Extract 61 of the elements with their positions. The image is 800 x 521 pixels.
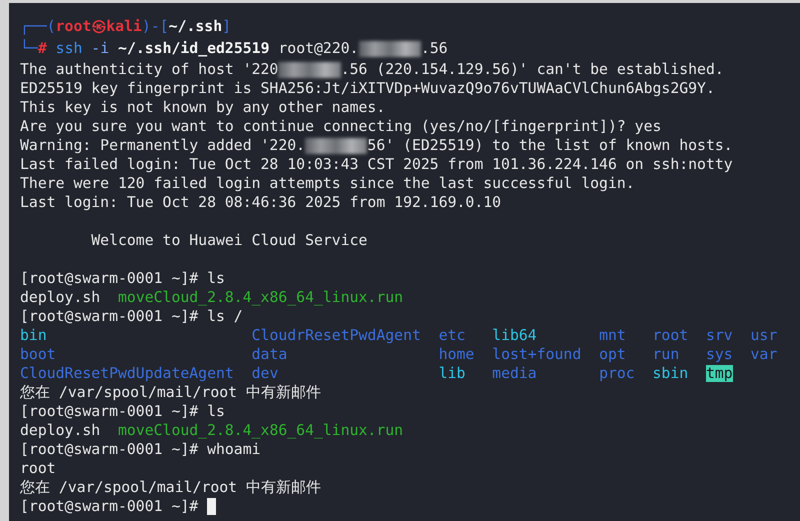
terminal-text: .56: [420, 39, 448, 59]
executable-name: moveCloud_2.8.4_x86_64_linux.run: [118, 288, 404, 307]
terminal-text: .56 (220.154.129.56)' can't be established.: [340, 60, 724, 79]
directory-name: CloudResetPwdUpdateAgent: [20, 364, 234, 383]
terminal-text: Are you sure you want to continue connecting (yes/no/[fingerprint])? yes: [20, 117, 662, 136]
directory-name: home: [438, 345, 474, 364]
directory-name: var: [750, 345, 778, 364]
link-name: sbin: [652, 364, 688, 383]
path-text: ~/.ssh/id_ed25519: [117, 39, 270, 59]
link-name: lib64: [492, 326, 538, 345]
directory-name: mnt: [599, 326, 627, 345]
directory-name: proc: [599, 364, 635, 383]
terminal-text: Welcome to Huawei Cloud Service: [90, 231, 368, 250]
terminal-text: There were 120 failed login attempts since the last successful login.: [20, 174, 635, 193]
terminal-text: ED25519 key fingerprint is SHA256:Jt/iXITVDp+WuvazQ9o76vTUWAaCVlChun6Abgs2G9Y.: [20, 79, 715, 98]
terminal-text: [root@swarm-0001 ~]# ls: [20, 269, 225, 288]
terminal-text: [root@swarm-0001 ~]# ls /: [20, 307, 243, 326]
prompt-user: root㉿kali: [56, 17, 142, 37]
directory-name: srv: [706, 326, 733, 345]
blurred-region: [358, 41, 421, 57]
terminal-text: [root@swarm-0001 ~]#: [20, 497, 200, 516]
terminal-text: Last failed login: Tue Oct 28 10:03:43 CST 2025 from 101.36.224.146 on ssh:notty: [20, 155, 733, 174]
directory-name: boot: [20, 345, 57, 364]
prompt-frame: )-[: [142, 16, 169, 38]
directory-name: root: [652, 326, 688, 345]
blurred-region: [278, 62, 341, 78]
terminal-text: This key is not known by any other names.: [20, 98, 386, 117]
directory-name: dev: [252, 364, 280, 383]
terminal-text: 56' (ED25519) to the list of known hosts.: [367, 136, 733, 155]
directory-name: CloudrResetPwdAgent: [252, 326, 421, 345]
path-text: ~/.ssh: [168, 17, 222, 37]
directory-name: usr: [750, 326, 778, 345]
link-name: lib: [438, 364, 466, 383]
terminal-text: Warning: Permanently added '220.: [20, 136, 306, 155]
terminal-text: deploy.sh: [20, 288, 102, 307]
terminal-text: Last login: Tue Oct 28 08:46:36 2025 from 192.169.0.10: [20, 193, 502, 212]
terminal-text: The authenticity of host '220: [20, 60, 278, 79]
terminal-text: 您在 /var/spool/mail/root 中有新邮件: [20, 383, 321, 402]
link-name: bin: [20, 326, 48, 345]
prompt-frame: ]: [222, 16, 232, 38]
prompt-user: #: [38, 40, 47, 59]
terminal-text: 您在 /var/spool/mail/root 中有新邮件: [20, 478, 321, 497]
prompt-frame: ┌──(: [20, 16, 56, 38]
executable-name: moveCloud_2.8.4_x86_64_linux.run: [118, 421, 404, 440]
terminal-text: root@220.: [277, 39, 359, 59]
terminal-text: root: [20, 459, 56, 478]
blurred-region: [305, 138, 368, 154]
terminal-text: [root@swarm-0001 ~]# whoami: [20, 440, 261, 459]
option-text: -i: [90, 39, 110, 59]
directory-name: lost+found: [492, 345, 582, 364]
directory-name: media: [492, 364, 538, 383]
directory-name: data: [252, 345, 288, 364]
directory-name: run: [652, 345, 680, 364]
terminal-text: deploy.sh: [20, 421, 102, 440]
directory-name: etc: [438, 326, 466, 345]
terminal-text: [root@swarm-0001 ~]# ls: [20, 402, 225, 421]
directory-name: tmp: [706, 365, 733, 382]
directory-name: sys: [706, 345, 733, 364]
prompt-frame: └─: [20, 38, 38, 60]
command-text: ssh: [54, 39, 82, 59]
directory-name: opt: [599, 345, 627, 364]
